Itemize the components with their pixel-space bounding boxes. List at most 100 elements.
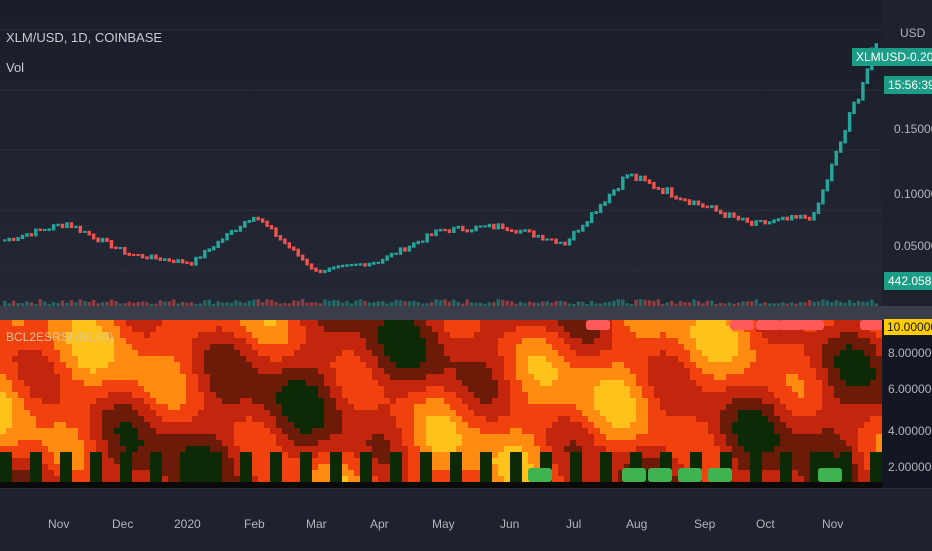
heat-cell bbox=[660, 344, 666, 350]
heat-cell bbox=[120, 404, 126, 410]
heat-cell bbox=[126, 404, 132, 410]
heat-cell bbox=[636, 422, 642, 428]
heat-cell bbox=[630, 446, 636, 452]
heat-cell bbox=[24, 410, 30, 416]
heat-cell bbox=[240, 374, 246, 380]
price-pane[interactable]: XLM/USD, 1D, COINBASE Vol bbox=[0, 0, 882, 306]
heat-cell bbox=[210, 440, 216, 446]
heat-cell bbox=[570, 344, 576, 350]
heat-cell bbox=[186, 470, 192, 476]
heat-cell bbox=[234, 386, 240, 392]
price-chart[interactable] bbox=[0, 0, 882, 306]
price-axis[interactable]: USD 0.150000 0.100000 0.050000 bbox=[882, 0, 932, 306]
heat-cell bbox=[168, 434, 174, 440]
heat-cell bbox=[18, 356, 24, 362]
heatmap[interactable] bbox=[0, 320, 882, 488]
heat-cell bbox=[810, 452, 816, 458]
heat-cell bbox=[804, 386, 810, 392]
heat-cell bbox=[522, 422, 528, 428]
heat-cell bbox=[432, 404, 438, 410]
heat-cell bbox=[588, 386, 594, 392]
heat-cell bbox=[372, 362, 378, 368]
heat-cell bbox=[756, 362, 762, 368]
heat-cell bbox=[360, 470, 366, 476]
heat-cell bbox=[420, 338, 426, 344]
heat-cell bbox=[432, 434, 438, 440]
heat-cell bbox=[822, 398, 828, 404]
heat-cell bbox=[36, 416, 42, 422]
time-axis[interactable]: Nov Dec 2020 Feb Mar Apr May Jun Jul Aug… bbox=[0, 488, 932, 551]
heat-cell bbox=[768, 344, 774, 350]
heat-cell bbox=[504, 386, 510, 392]
heat-cell bbox=[312, 368, 318, 374]
time-label: Dec bbox=[112, 517, 134, 531]
heat-cell bbox=[504, 356, 510, 362]
heat-cell bbox=[540, 374, 546, 380]
candle bbox=[727, 212, 732, 218]
heat-cell bbox=[852, 428, 858, 434]
heat-cell bbox=[258, 434, 264, 440]
heat-cell bbox=[114, 416, 120, 422]
heat-cell bbox=[336, 362, 342, 368]
candle bbox=[692, 200, 696, 206]
heat-cell bbox=[462, 326, 468, 332]
heat-cell bbox=[42, 362, 48, 368]
heat-cell bbox=[276, 452, 282, 458]
heat-cell bbox=[402, 416, 408, 422]
indicator-pane[interactable]: BCL2ESRSI (59,50) bbox=[0, 320, 882, 488]
heat-cell bbox=[408, 428, 414, 434]
heat-cell bbox=[30, 464, 36, 470]
heat-cell bbox=[654, 362, 660, 368]
candle bbox=[661, 187, 665, 195]
heat-cell bbox=[870, 452, 876, 458]
heat-cell bbox=[270, 350, 276, 356]
candle bbox=[416, 240, 420, 245]
heat-cell bbox=[492, 410, 498, 416]
heat-cell bbox=[696, 380, 702, 386]
heat-cell bbox=[822, 428, 828, 434]
heat-cell bbox=[540, 410, 546, 416]
heat-cell bbox=[726, 398, 732, 404]
heat-cell bbox=[168, 452, 174, 458]
heat-cell bbox=[276, 350, 282, 356]
heat-cell bbox=[480, 458, 486, 464]
heat-cell bbox=[72, 344, 78, 350]
symbol-title[interactable]: XLM/USD, 1D, COINBASE bbox=[6, 30, 162, 45]
heat-cell bbox=[426, 362, 432, 368]
heat-cell bbox=[240, 452, 246, 458]
heat-cell bbox=[408, 404, 414, 410]
heat-cell bbox=[66, 476, 72, 482]
heat-cell bbox=[558, 440, 564, 446]
heat-cell bbox=[48, 398, 54, 404]
heat-cell bbox=[270, 380, 276, 386]
heat-cell bbox=[18, 380, 24, 386]
heat-cell bbox=[324, 398, 330, 404]
volume-label[interactable]: Vol bbox=[6, 60, 24, 75]
heat-cell bbox=[504, 320, 510, 326]
heat-cell bbox=[336, 398, 342, 404]
heat-cell bbox=[474, 464, 480, 470]
heat-cell bbox=[822, 458, 828, 464]
heat-cell bbox=[672, 434, 678, 440]
heat-cell bbox=[858, 428, 864, 434]
indicator-title[interactable]: BCL2ESRSI (59,50) bbox=[6, 330, 113, 344]
heat-cell bbox=[636, 458, 642, 464]
heat-cell bbox=[312, 344, 318, 350]
heat-cell bbox=[714, 446, 720, 452]
heat-cell bbox=[144, 428, 150, 434]
pane-separator[interactable] bbox=[0, 306, 932, 320]
heat-cell bbox=[498, 422, 504, 428]
heat-cell bbox=[678, 338, 684, 344]
heat-cell bbox=[774, 458, 780, 464]
heat-cell bbox=[522, 386, 528, 392]
heat-cell bbox=[102, 470, 108, 476]
heat-cell bbox=[798, 398, 804, 404]
heat-cell bbox=[528, 404, 534, 410]
indicator-axis[interactable]: 10.000000 8.000000 6.000000 4.000000 2.0… bbox=[882, 319, 932, 488]
candle bbox=[803, 214, 807, 219]
heat-cell bbox=[210, 428, 216, 434]
heat-cell bbox=[312, 416, 318, 422]
candle bbox=[345, 264, 349, 267]
heat-cell bbox=[552, 398, 558, 404]
heat-cell bbox=[528, 356, 534, 362]
